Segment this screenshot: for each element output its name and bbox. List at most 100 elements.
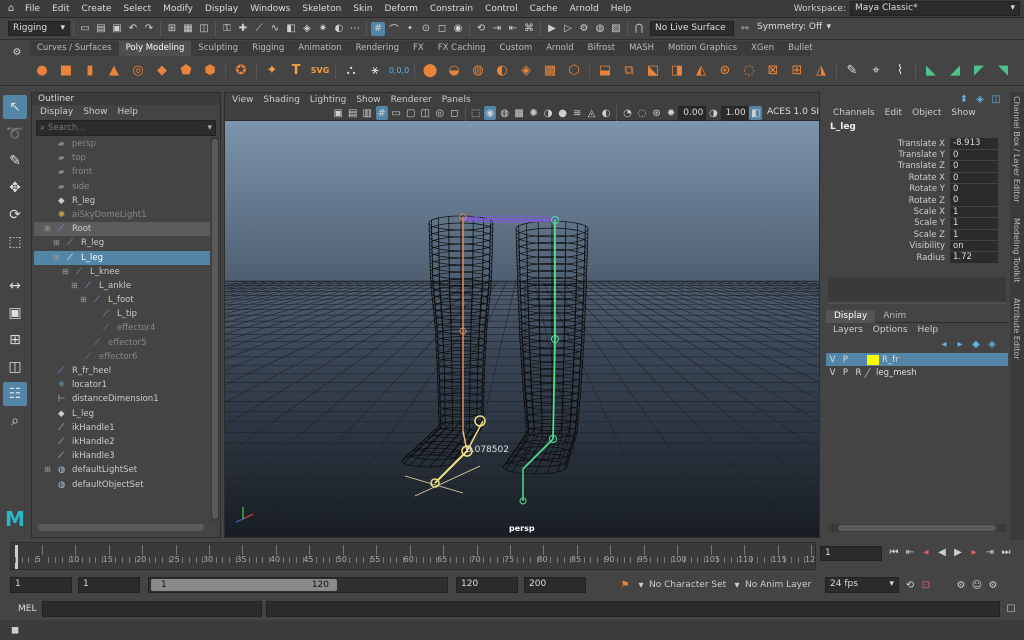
collapse-icon[interactable]: ⊞ [53,251,60,265]
menu-display[interactable]: Display [199,0,244,18]
shelf-tab-xgen[interactable]: XGen [744,41,781,56]
image-plane-icon[interactable]: ▥ [361,106,374,120]
play-backwards-icon[interactable]: ◀ [935,545,949,559]
menu-skin[interactable]: Skin [347,0,378,18]
viewport-menu-view[interactable]: View [227,95,258,105]
outliner-item[interactable]: ✳ locator1 [34,378,210,392]
step-forward-key-icon[interactable]: ⇥ [983,545,997,559]
render-settings-icon[interactable]: ⚙ [577,22,591,36]
motion-blur-icon[interactable]: ≋ [571,106,584,120]
chevron-down-icon[interactable]: ▾ [204,123,215,133]
outliner-item[interactable]: ⊞ ⟋ R_leg [34,236,210,250]
poly-plane-icon[interactable]: ◆ [152,61,172,81]
range-marker-icon[interactable]: ↔ [3,274,27,298]
bevel-icon[interactable]: ⬕ [643,61,663,81]
construction-history-icon[interactable]: ⌘ [522,22,536,36]
viewport-menu-renderer[interactable]: Renderer [386,95,437,105]
shelf-tab-bullet[interactable]: Bullet [781,41,820,56]
snap-point-icon[interactable]: • [403,22,417,36]
channel-value[interactable]: 0 [950,184,998,195]
shelf-tab-animation[interactable]: Animation [291,41,348,56]
shelf-tab-fx[interactable]: FX [406,41,431,56]
aa-icon[interactable]: ◬ [585,106,598,120]
outliner-item[interactable]: ⟋ ikHandle2 [34,435,210,449]
viewport-3d-view[interactable]: 8.078502 persp [225,121,819,537]
delete-history-icon[interactable]: ⚹ [365,61,385,81]
move-layer-down-icon[interactable]: ▸ [953,337,967,351]
viewport-menu-lighting[interactable]: Lighting [305,95,351,105]
collapse-icon[interactable]: ⊞ [44,222,51,236]
ao-icon[interactable]: ● [556,106,569,120]
character-set[interactable]: No Character Set [649,580,729,590]
shelf-tab-rigging[interactable]: Rigging [245,41,291,56]
playback-start-field[interactable]: 1 [78,577,140,593]
uv-spherical-icon[interactable]: ◤ [969,61,989,81]
target-weld-icon[interactable]: ⌖ [866,61,886,81]
tab-modeling-toolkit[interactable]: Modeling Toolkit [1012,218,1021,282]
new-scene-icon[interactable]: ▭ [78,22,92,36]
channel-value[interactable]: 0 [950,172,998,184]
channel-row[interactable]: Scale Y 1 [826,218,1008,229]
select-handles-icon[interactable]: ✚ [236,22,250,36]
shelf-tab-mash[interactable]: MASH [622,41,661,56]
menu-windows[interactable]: Windows [244,0,296,18]
outliner-search[interactable]: ⌕ ▾ [36,120,216,136]
new-layer-selected-icon[interactable]: ◈ [985,337,999,351]
select-tool-icon[interactable]: ↖ [3,95,27,119]
field-chart-icon[interactable]: ◎ [434,106,447,120]
new-empty-layer-icon[interactable]: ◆ [969,337,983,351]
character-icon[interactable]: ☺ [970,578,984,592]
menu-deform[interactable]: Deform [378,0,423,18]
step-back-key-icon[interactable]: ⇤ [903,545,917,559]
layer-playback-toggle[interactable]: P [839,368,852,378]
collapse-icon[interactable]: ⊞ [71,279,78,293]
animation-end-field[interactable]: 200 [524,577,586,593]
step-back-frame-icon[interactable]: ◂ [919,545,933,559]
move-tool-icon[interactable]: ✥ [3,176,27,200]
menu-skeleton[interactable]: Skeleton [296,0,347,18]
menu-file[interactable]: File [19,0,46,18]
menu-cache[interactable]: Cache [524,0,564,18]
menu-control[interactable]: Control [479,0,524,18]
shadows-icon[interactable]: ◑ [542,106,555,120]
snap-view-plane-icon[interactable]: ◻ [435,22,449,36]
outliner-menu-display[interactable]: Display [35,107,78,117]
select-hierarchy-icon[interactable]: ⊞ [165,22,179,36]
sweep-mesh-icon[interactable]: ✦ [262,61,282,81]
channelbox-menu-show[interactable]: Show [946,108,980,118]
workspace-dropdown[interactable]: Maya Classic* ▾ [850,1,1020,16]
outliner-item[interactable]: ⟋ effector4 [34,321,210,335]
layer-menu-help[interactable]: Help [913,325,944,335]
undo-icon[interactable]: ↶ [126,22,140,36]
range-slider[interactable]: 1 120 [148,577,448,593]
channelbox-menu-object[interactable]: Object [907,108,946,118]
expand-icon[interactable]: ⊞ [44,463,51,477]
poly-cube-icon[interactable]: ■ [56,61,76,81]
super-shape-icon[interactable]: ✪ [231,61,251,81]
menu-arnold[interactable]: Arnold [564,0,605,18]
symmetry-dropdown[interactable]: Symmetry: Off ▾ [753,21,835,36]
timeline-track[interactable]: 5 10 15 20 25 30 35 40 45 50 55 60 65 70 75 80 85 90 95 100… [10,542,816,570]
add-divisions-icon[interactable]: ⊞ [787,61,807,81]
channel-value[interactable]: -8.913 [950,138,998,149]
outliner-item[interactable]: ▰ front [34,165,210,179]
save-scene-icon[interactable]: ▣ [110,22,124,36]
layer-visibility-toggle[interactable]: V [826,355,839,365]
layer-visibility-toggle[interactable]: V [826,368,839,378]
outliner-scroll-thumb[interactable] [212,139,218,519]
shelf-tab-motion-graphics[interactable]: Motion Graphics [661,41,744,56]
playback-end-field[interactable]: 120 [456,577,518,593]
animation-start-field[interactable]: 1 [10,577,72,593]
snap-grid-icon[interactable]: # [371,21,385,36]
uv-automatic-icon[interactable]: ◥ [993,61,1013,81]
retopo-icon[interactable]: ⬡ [564,61,584,81]
outliner-search-input[interactable] [48,123,205,133]
gate-mask-icon[interactable]: ◫ [419,106,432,120]
open-scene-icon[interactable]: ▤ [94,22,108,36]
outliner-item[interactable]: ▰ top [34,151,210,165]
range-slider-handle[interactable]: 1 120 [151,579,337,591]
channel-row[interactable]: Radius 1.72 [826,252,1008,263]
redo-icon[interactable]: ↷ [142,22,156,36]
select-surfaces-icon[interactable]: ◧ [284,22,298,36]
uv-planar-icon[interactable]: ◣ [921,61,941,81]
